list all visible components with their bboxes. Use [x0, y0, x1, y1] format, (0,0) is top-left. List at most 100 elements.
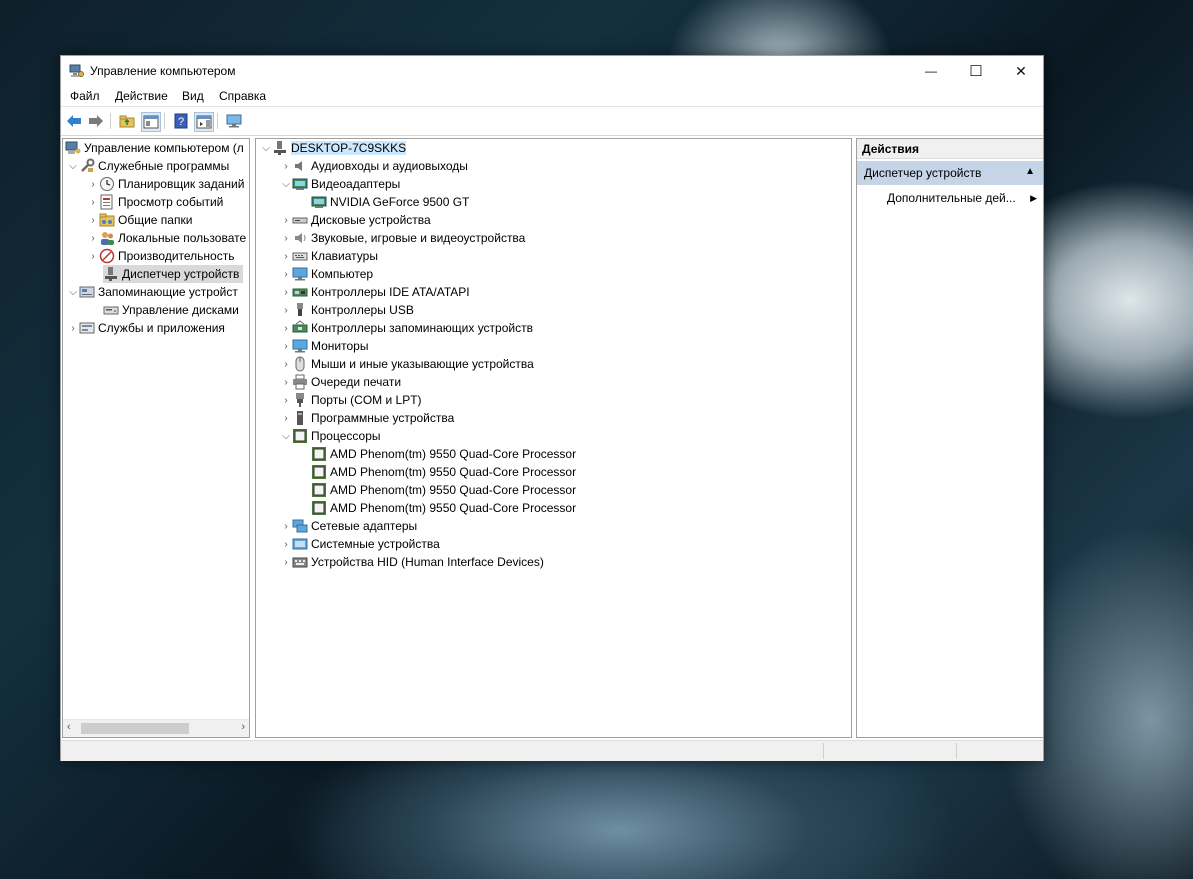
chevron-right-icon[interactable]: ›: [280, 553, 292, 571]
up-folder-button[interactable]: [118, 112, 136, 130]
device-category[interactable]: › Устройства HID (Human Interface Devices…: [280, 553, 544, 571]
device-category[interactable]: › Аудиовходы и аудиовыходы: [280, 157, 468, 175]
chevron-down-icon[interactable]: ⌵: [280, 427, 292, 445]
tree-item-device-manager[interactable]: Диспетчер устройств: [103, 265, 244, 283]
more-actions-label: Дополнительные дей...: [887, 191, 1016, 205]
tree-services[interactable]: › Службы и приложения: [67, 319, 225, 337]
device-tree-label: NVIDIA GeForce 9500 GT: [330, 195, 470, 209]
tree-item-task-scheduler[interactable]: › Планировщик заданий: [87, 175, 244, 193]
storage-icon: [79, 284, 95, 300]
chevron-right-icon[interactable]: ›: [87, 193, 99, 211]
horizontal-scrollbar[interactable]: ‹ ›: [63, 719, 249, 737]
tree-storage[interactable]: ⌵ Запоминающие устройст: [67, 283, 238, 301]
chevron-right-icon[interactable]: ›: [280, 301, 292, 319]
device-category[interactable]: › Очереди печати: [280, 373, 401, 391]
menu-bar: Файл Действие Вид Справка: [61, 86, 1043, 107]
chevron-right-icon[interactable]: ›: [87, 229, 99, 247]
device-item[interactable]: NVIDIA GeForce 9500 GT: [311, 193, 469, 211]
tree-item-disk-management[interactable]: Управление дисками: [103, 301, 239, 319]
cpu-icon: [311, 482, 327, 498]
help-button[interactable]: ?: [172, 112, 190, 130]
chevron-right-icon[interactable]: ›: [67, 319, 79, 337]
tree-root[interactable]: Управление компьютером (л: [65, 139, 244, 157]
device-category[interactable]: › Клавиатуры: [280, 247, 378, 265]
scan-hardware-button[interactable]: [225, 112, 243, 130]
device-category[interactable]: ⌵ Процессоры: [280, 427, 381, 445]
close-button[interactable]: ✕: [998, 56, 1044, 86]
device-tree-label: Процессоры: [311, 429, 381, 443]
device-item[interactable]: AMD Phenom(tm) 9550 Quad-Core Processor: [311, 463, 576, 481]
collapse-up-icon[interactable]: ▲: [1025, 166, 1035, 177]
chevron-right-icon[interactable]: ›: [87, 211, 99, 229]
chevron-right-icon[interactable]: ›: [280, 229, 292, 247]
device-category[interactable]: ⌵ Видеоадаптеры: [280, 175, 400, 193]
chevron-right-icon[interactable]: ›: [280, 391, 292, 409]
tree-item-shared-folders[interactable]: › Общие папки: [87, 211, 192, 229]
properties-button[interactable]: [141, 112, 161, 132]
chevron-down-icon[interactable]: ⌵: [67, 283, 79, 301]
menu-help[interactable]: Справка: [219, 89, 266, 103]
chevron-right-icon[interactable]: ›: [280, 409, 292, 427]
scrollbar-thumb[interactable]: [81, 723, 189, 734]
show-action-pane-button[interactable]: [194, 112, 214, 132]
device-category[interactable]: › Сетевые адаптеры: [280, 517, 417, 535]
tree-item-performance[interactable]: › Производительность: [87, 247, 234, 265]
chevron-right-icon[interactable]: ›: [280, 247, 292, 265]
scroll-right-icon[interactable]: ›: [241, 721, 245, 733]
chevron-right-icon[interactable]: ›: [280, 283, 292, 301]
device-item[interactable]: AMD Phenom(tm) 9550 Quad-Core Processor: [311, 499, 576, 517]
chevron-right-icon[interactable]: ›: [87, 247, 99, 265]
disk-icon: [292, 212, 308, 228]
scroll-left-icon[interactable]: ‹: [67, 721, 71, 733]
minimize-button[interactable]: —: [908, 56, 954, 86]
chevron-right-icon[interactable]: ›: [280, 535, 292, 553]
device-category[interactable]: › Контроллеры USB: [280, 301, 414, 319]
device-category[interactable]: › Контроллеры запоминающих устройств: [280, 319, 533, 337]
chevron-right-icon[interactable]: ›: [280, 157, 292, 175]
port-icon: [292, 392, 308, 408]
device-category[interactable]: › Контроллеры IDE ATA/ATAPI: [280, 283, 469, 301]
tree-item-event-viewer[interactable]: › Просмотр событий: [87, 193, 223, 211]
chevron-right-icon[interactable]: ›: [280, 517, 292, 535]
chevron-down-icon[interactable]: ⌵: [280, 175, 292, 193]
title-bar[interactable]: Управление компьютером — ☐ ✕: [61, 56, 1043, 86]
device-category[interactable]: › Компьютер: [280, 265, 373, 283]
device-category[interactable]: › Звуковые, игровые и видеоустройства: [280, 229, 525, 247]
device-tree-root[interactable]: ⌵ DESKTOP-7C9SKKS: [260, 139, 407, 157]
menu-view[interactable]: Вид: [182, 89, 204, 103]
device-category[interactable]: › Порты (COM и LPT): [280, 391, 422, 409]
menu-file[interactable]: Файл: [70, 89, 100, 103]
more-actions-item[interactable]: Дополнительные дей... ▶: [887, 188, 1037, 208]
device-category[interactable]: › Дисковые устройства: [280, 211, 430, 229]
tree-label: Службы и приложения: [98, 321, 225, 335]
software-device-icon: [292, 410, 308, 426]
chevron-right-icon[interactable]: ›: [280, 319, 292, 337]
chevron-right-icon[interactable]: ›: [280, 373, 292, 391]
chevron-right-icon[interactable]: ›: [280, 211, 292, 229]
tree-item-local-users[interactable]: › Локальные пользовате: [87, 229, 246, 247]
forward-button[interactable]: [87, 112, 105, 130]
device-tree-label: Видеоадаптеры: [311, 177, 401, 191]
actions-section-device-manager[interactable]: Диспетчер устройств ▲: [857, 161, 1043, 185]
chevron-right-icon[interactable]: ›: [87, 175, 99, 193]
chevron-down-icon[interactable]: ⌵: [67, 157, 79, 175]
maximize-button[interactable]: ☐: [953, 56, 999, 86]
chevron-right-icon[interactable]: ›: [280, 337, 292, 355]
device-category[interactable]: › Мониторы: [280, 337, 368, 355]
submenu-arrow-icon: ▶: [1030, 192, 1037, 203]
device-category[interactable]: › Системные устройства: [280, 535, 439, 553]
cpu-icon: [311, 500, 327, 516]
chevron-down-icon[interactable]: ⌵: [260, 139, 272, 157]
window-title: Управление компьютером: [90, 64, 236, 78]
device-item[interactable]: AMD Phenom(tm) 9550 Quad-Core Processor: [311, 481, 576, 499]
chevron-right-icon[interactable]: ›: [280, 265, 292, 283]
chevron-right-icon[interactable]: ›: [280, 355, 292, 373]
computer-management-window: Управление компьютером — ☐ ✕ Файл Действ…: [60, 55, 1044, 761]
menu-action[interactable]: Действие: [115, 89, 168, 103]
back-button[interactable]: [65, 112, 83, 130]
device-category[interactable]: › Мыши и иные указывающие устройства: [280, 355, 534, 373]
device-item[interactable]: AMD Phenom(tm) 9550 Quad-Core Processor: [311, 445, 576, 463]
device-category[interactable]: › Программные устройства: [280, 409, 454, 427]
tree-system-tools[interactable]: ⌵ Служебные программы: [67, 157, 229, 175]
monitor-icon: [292, 338, 308, 354]
